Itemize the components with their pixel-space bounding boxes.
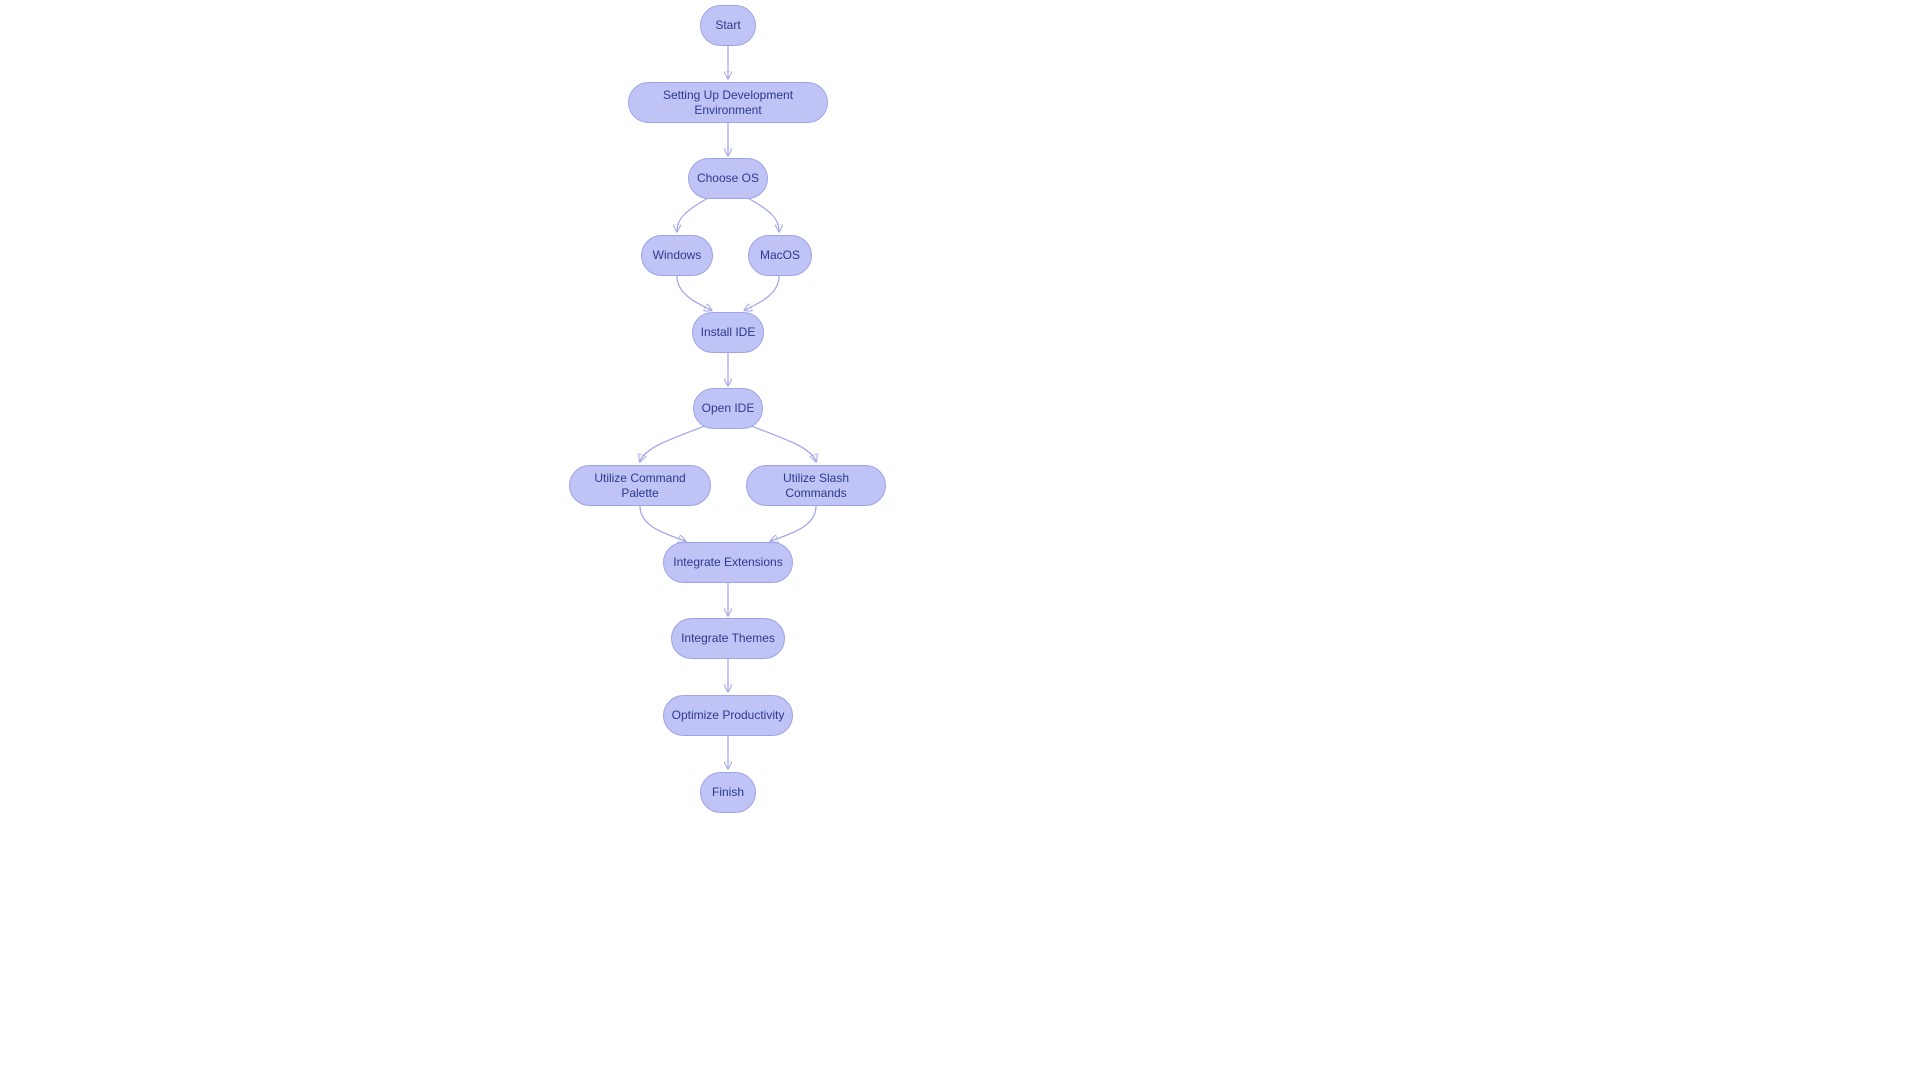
flowchart-canvas: Start Setting Up Development Environment… (0, 0, 1920, 1080)
node-slash-label: Utilize Slash Commands (747, 471, 885, 500)
node-finish-label: Finish (708, 785, 748, 799)
node-windows-label: Windows (649, 248, 706, 262)
node-open: Open IDE (693, 388, 763, 429)
node-windows: Windows (641, 235, 713, 276)
node-ext-label: Integrate Extensions (669, 555, 786, 569)
node-choose-label: Choose OS (693, 171, 763, 185)
node-opt: Optimize Productivity (663, 695, 793, 736)
node-install: Install IDE (692, 312, 764, 353)
edges-layer (0, 0, 1920, 1080)
edge-choose-macos (748, 198, 779, 231)
node-install-label: Install IDE (697, 325, 760, 339)
node-open-label: Open IDE (698, 401, 759, 415)
node-choose: Choose OS (688, 158, 768, 199)
node-setup-label: Setting Up Development Environment (629, 88, 827, 117)
node-ext: Integrate Extensions (663, 542, 793, 583)
edge-macos-install (745, 276, 779, 310)
edge-slash-ext (771, 506, 816, 541)
node-palette: Utilize Command Palette (569, 465, 711, 506)
edge-choose-windows (677, 198, 708, 231)
edge-open-palette (640, 426, 705, 461)
edge-windows-install (677, 276, 711, 310)
node-themes-label: Integrate Themes (677, 631, 779, 645)
node-macos-label: MacOS (756, 248, 804, 262)
node-themes: Integrate Themes (671, 618, 785, 659)
node-palette-label: Utilize Command Palette (570, 471, 710, 500)
node-opt-label: Optimize Productivity (668, 708, 789, 722)
node-start-label: Start (711, 18, 744, 32)
edge-open-slash (751, 426, 816, 461)
edge-palette-ext (640, 506, 685, 541)
node-slash: Utilize Slash Commands (746, 465, 886, 506)
node-setup: Setting Up Development Environment (628, 82, 828, 123)
node-macos: MacOS (748, 235, 812, 276)
node-finish: Finish (700, 772, 756, 813)
node-start: Start (700, 5, 756, 46)
